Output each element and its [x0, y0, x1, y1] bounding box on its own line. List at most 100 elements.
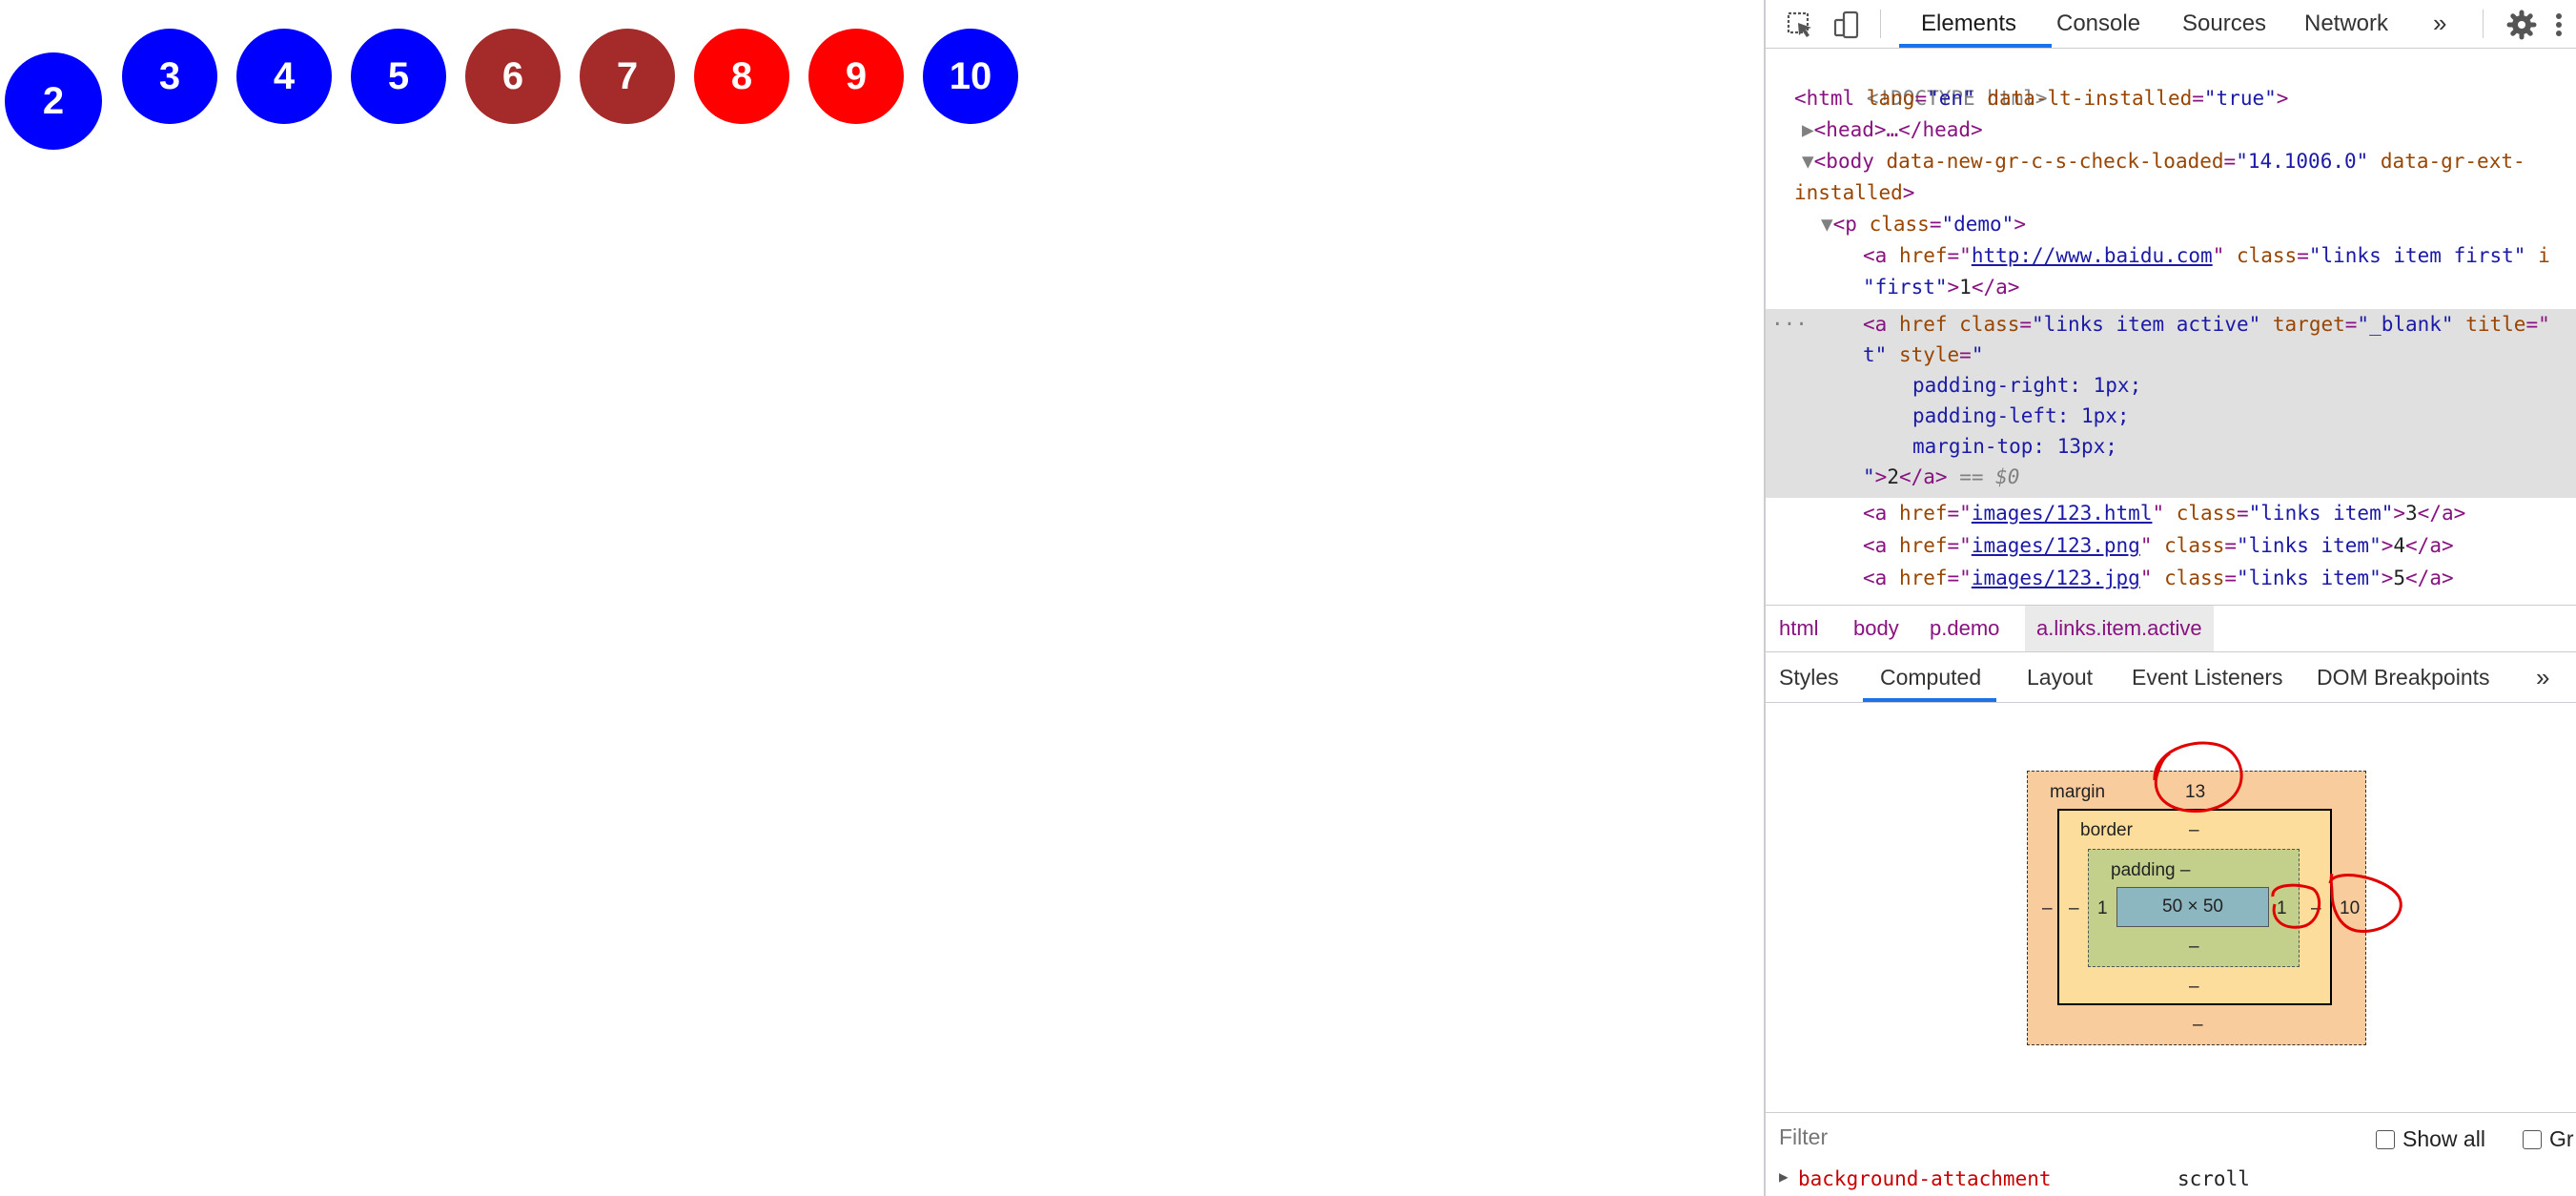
dom-line-doctype[interactable]: <!DOCTYPE html>	[1794, 52, 2048, 110]
kebab-menu-icon[interactable]	[2549, 10, 2568, 40]
dom-line-body-cont[interactable]: installed>	[1794, 177, 1914, 209]
dom-line-a2-style[interactable]: t" style="	[1863, 340, 1983, 371]
attr-value: "links item"	[2237, 534, 2382, 557]
annotation-overlay	[2153, 741, 2402, 933]
attr-value: "first"	[1863, 276, 1948, 299]
tab-event-listeners[interactable]: Event Listeners	[2132, 652, 2283, 702]
tab-network[interactable]: Network	[2304, 0, 2388, 48]
dom-line-a2-close[interactable]: ">2</a> == $0	[1863, 462, 2019, 493]
attr-name: href	[1887, 313, 1948, 336]
href-link[interactable]: images/123.png	[1972, 534, 2140, 557]
inspect-element-icon[interactable]	[1785, 10, 1815, 40]
attr-name: data-new-gr-c-s-check-loaded	[1873, 150, 2224, 173]
box-model-diagram: margin 13 – 10 – border – – – – padding …	[1766, 706, 2576, 1106]
attr-value: "links item active"	[2032, 313, 2261, 336]
tab-styles[interactable]: Styles	[1779, 652, 1839, 702]
annotation-circle-margin-top	[2153, 741, 2243, 813]
href-link[interactable]: images/123.html	[1972, 502, 2153, 525]
node-text: 4	[2393, 534, 2406, 557]
head-tag: <head>…</head>	[1813, 118, 1983, 141]
link-circle-2[interactable]: 2	[5, 52, 102, 150]
breadcrumb-p-demo[interactable]: p.demo	[1930, 606, 1999, 651]
link-circle-9[interactable]: 9	[808, 29, 904, 124]
expand-triangle-icon[interactable]: ▶	[1802, 118, 1814, 141]
computed-filter-bar: Show all Gr	[1766, 1112, 2576, 1166]
link-circle-4[interactable]: 4	[236, 29, 332, 124]
tab-computed[interactable]: Computed	[1880, 652, 1981, 702]
link-circle-5[interactable]: 5	[351, 29, 446, 124]
style-declaration: padding-left: 1px;	[1912, 404, 2130, 427]
more-subtabs-button[interactable]: »	[2536, 652, 2549, 702]
href-link[interactable]: images/123.jpg	[1972, 567, 2140, 589]
style-declaration: padding-right: 1px;	[1912, 374, 2142, 397]
attr-name: lang	[1854, 87, 1915, 110]
group-checkbox[interactable]	[2523, 1130, 2542, 1149]
annotation-circle-padding-right	[2271, 883, 2321, 929]
dom-node-ellipsis[interactable]: ···	[1771, 309, 1808, 340]
tag-close: >	[2276, 87, 2289, 110]
dom-line-a2-style2[interactable]: padding-left: 1px;	[1912, 401, 2130, 432]
selected-marker: == $0	[1947, 465, 2020, 488]
filter-input[interactable]	[1779, 1124, 2256, 1150]
link-circle-3[interactable]: 3	[122, 29, 217, 124]
tab-sources[interactable]: Sources	[2182, 0, 2266, 48]
property-name: background-attachment	[1798, 1167, 2052, 1190]
attr-value: "	[1971, 343, 1984, 366]
tab-elements[interactable]: Elements	[1921, 0, 2016, 48]
link-circle-7[interactable]: 7	[580, 29, 675, 124]
dom-line-a5[interactable]: <a href="images/123.jpg" class="links it…	[1863, 563, 2454, 594]
annotation-circle-margin-right	[2328, 873, 2402, 933]
gear-icon[interactable]	[2506, 10, 2537, 40]
collapse-triangle-icon[interactable]: ▼	[1802, 150, 1814, 173]
tab-console[interactable]: Console	[2056, 0, 2140, 48]
dom-line-html[interactable]: <html lang="en" data-lt-installed="true"…	[1794, 83, 2288, 114]
dom-line-a2-style1[interactable]: padding-right: 1px;	[1912, 370, 2141, 402]
attr-name: i	[2525, 244, 2550, 267]
dom-line-p[interactable]: ▼<p class="demo">	[1821, 209, 2026, 240]
a-tag: <a	[1863, 313, 1888, 336]
node-text: 5	[2393, 567, 2406, 589]
more-tabs-button[interactable]: »	[2433, 0, 2446, 48]
link-circle-8[interactable]: 8	[694, 29, 789, 124]
devtools-panel: Elements Console Sources Network » <!DOC…	[1764, 0, 2576, 1196]
attr-name: data-gr-ext-	[2368, 150, 2525, 173]
property-value: scroll	[2177, 1167, 2250, 1190]
tab-layout[interactable]: Layout	[2027, 652, 2093, 702]
attr-name: title	[2453, 313, 2526, 336]
show-all-checkbox[interactable]	[2376, 1130, 2395, 1149]
attr-value: "	[1863, 465, 1875, 488]
dom-line-a1-cont[interactable]: "first">1</a>	[1863, 272, 2019, 303]
breadcrumb-body[interactable]: body	[1853, 606, 1899, 651]
href-link[interactable]: http://www.baidu.com	[1972, 244, 2213, 267]
attr-value: "true"	[2203, 87, 2277, 110]
tab-dom-breakpoints[interactable]: DOM Breakpoints	[2317, 652, 2490, 702]
attr-name: data-lt-installed	[1974, 87, 2193, 110]
breadcrumb: html body p.demo a.links.item.active	[1766, 605, 2576, 652]
attr-value: "links item"	[2248, 502, 2394, 525]
node-text: 3	[2405, 502, 2418, 525]
dom-line-a2-style3[interactable]: margin-top: 13px;	[1912, 431, 2117, 463]
sidebar-tabs: Styles Computed Layout Event Listeners D…	[1766, 652, 2576, 703]
attr-name: style	[1887, 343, 1960, 366]
dom-line-a1[interactable]: <a href="http://www.baidu.com" class="li…	[1863, 240, 2550, 272]
dom-line-a4[interactable]: <a href="images/123.png" class="links it…	[1863, 530, 2454, 562]
toolbar-divider	[1880, 10, 1881, 38]
breadcrumb-html[interactable]: html	[1779, 606, 1819, 651]
attr-value: "links item"	[2237, 567, 2382, 589]
device-toolbar-icon[interactable]	[1832, 10, 1863, 40]
attr-name: installed	[1794, 181, 1903, 204]
dom-line-head[interactable]: ▶<head>…</head>	[1802, 114, 1983, 146]
collapse-triangle-icon[interactable]: ▼	[1821, 213, 1833, 236]
dom-line-a2[interactable]: <a href class="links item active" target…	[1863, 309, 2550, 340]
expand-triangle-icon[interactable]: ▶	[1779, 1167, 1789, 1186]
link-circle-10[interactable]: 10	[923, 29, 1018, 124]
dom-line-body[interactable]: ▼<body data-new-gr-c-s-check-loaded="14.…	[1802, 146, 2525, 177]
ellipsis-icon[interactable]: ···	[1771, 313, 1808, 336]
computed-property-row[interactable]: ▶ background-attachment scroll	[1766, 1165, 2576, 1196]
link-circle-6[interactable]: 6	[465, 29, 561, 124]
breadcrumb-a-active[interactable]: a.links.item.active	[2025, 606, 2214, 651]
dom-tree: <!DOCTYPE html> <html lang="en" data-lt-…	[1766, 52, 2576, 605]
dom-line-a3[interactable]: <a href="images/123.html" class="links i…	[1863, 498, 2465, 529]
attr-name: target	[2260, 313, 2345, 336]
attr-value: "links item first"	[2308, 244, 2526, 267]
